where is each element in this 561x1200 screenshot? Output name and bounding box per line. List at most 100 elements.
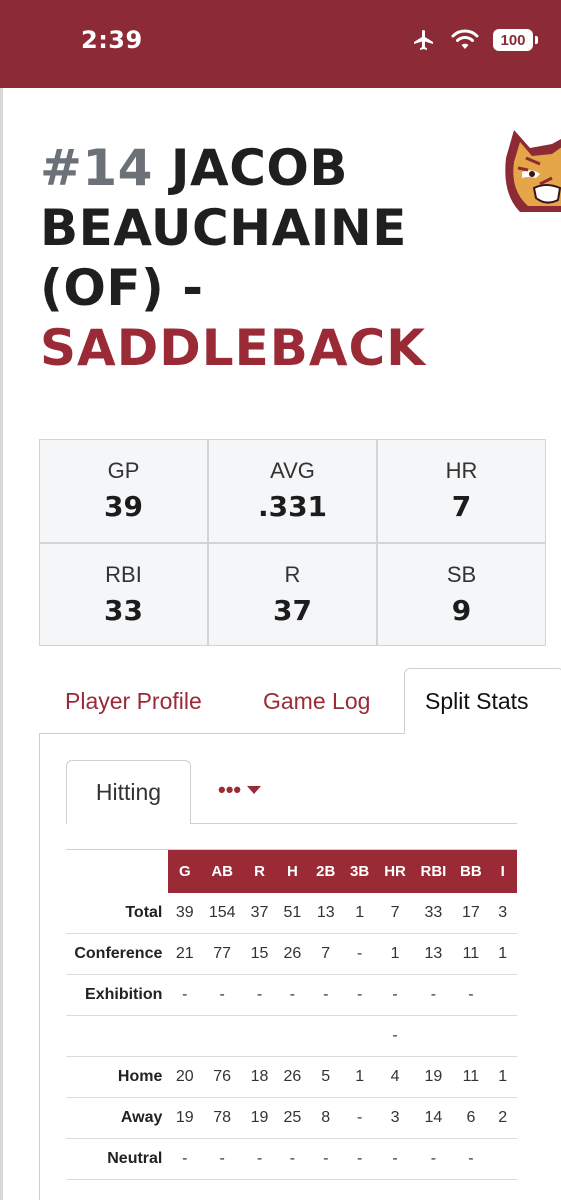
table-cell: 3 [498, 904, 508, 921]
table-cell [488, 1139, 517, 1180]
table-cell: 26 [283, 1068, 302, 1085]
table-cell [453, 1016, 488, 1057]
column-header[interactable]: HR [376, 849, 414, 893]
stat-sb: SB 9 [378, 543, 545, 645]
table-cell [276, 1016, 309, 1057]
row-label: Exhibition [85, 986, 163, 1003]
table-cell: 1 [498, 945, 508, 962]
stat-label: HR [445, 458, 478, 484]
table-cell [488, 975, 517, 1016]
table-cell: - [256, 1150, 263, 1167]
stat-value: 9 [451, 593, 472, 627]
stat-label: GP [107, 458, 140, 484]
table-cell: - [289, 1150, 296, 1167]
table-cell [413, 1016, 453, 1057]
table-cell [309, 1016, 343, 1057]
table-row: Total 39 154 37 51 13 1 7 33 17 3 [66, 893, 517, 934]
table-cell: 8 [321, 1109, 331, 1126]
battery-icon: 100 [493, 29, 538, 51]
stat-hr: HR 7 [378, 440, 545, 542]
table-row: Home 20 76 18 26 5 1 4 19 11 1 [66, 1057, 517, 1098]
table-cell: 25 [283, 1109, 302, 1126]
stat-value: 33 [104, 593, 143, 627]
stat-value: .331 [257, 490, 328, 524]
more-icon: ••• [218, 777, 242, 802]
stat-r: R 37 [209, 543, 376, 645]
table-cell [168, 1016, 201, 1057]
profile-tabs: Player Profile Game Log Split Stats [39, 668, 561, 734]
row-label: Away [120, 1109, 163, 1126]
status-bar: 2:39 100 [0, 0, 561, 88]
table-cell: 2 [498, 1109, 508, 1126]
stat-label: AVG [270, 458, 315, 484]
player-title: #14 JACOB BEAUCHAINE (OF) - SADDLEBACK [40, 138, 510, 378]
table-cell: 7 [321, 945, 331, 962]
table-cell: - [182, 986, 188, 1003]
column-header[interactable]: 3B [342, 849, 377, 893]
table-cell: 4 [390, 1068, 400, 1085]
table-cell: 20 [175, 1068, 194, 1085]
column-header[interactable]: AB [201, 849, 244, 893]
table-cell: 77 [213, 945, 232, 962]
subtab-divider [191, 823, 517, 824]
split-table-scroll[interactable]: G AB R H 2B 3B HR RBI BB I Total 39 154 37 51 13 1 7 33 17… [66, 849, 517, 1189]
table-cell: 154 [208, 904, 236, 921]
stat-label: SB [446, 561, 477, 587]
column-header[interactable]: R [243, 849, 276, 893]
table-cell: 51 [283, 904, 302, 921]
table-cell [488, 1016, 517, 1057]
table-cell: 15 [250, 945, 269, 962]
table-cell: 13 [424, 945, 443, 962]
player-team[interactable]: SADDLEBACK [40, 318, 510, 378]
table-cell: - [392, 1027, 398, 1044]
table-cell: 14 [424, 1109, 443, 1126]
column-header[interactable]: RBI [413, 849, 454, 893]
stat-gp: GP 39 [40, 440, 207, 542]
battery-level: 100 [500, 31, 526, 49]
table-row: Exhibition - - - - - - - - - [66, 975, 517, 1016]
table-cell: 5 [321, 1068, 331, 1085]
table-cell: 37 [250, 904, 269, 921]
table-cell: - [430, 986, 437, 1003]
table-cell [201, 1016, 243, 1057]
table-cell: 39 [175, 904, 194, 921]
table-cell: - [356, 1109, 363, 1126]
table-cell: - [392, 1150, 398, 1167]
wifi-icon [451, 29, 479, 49]
table-cell: - [356, 945, 363, 962]
table-cell: - [182, 1150, 188, 1167]
more-dropdown[interactable]: ••• [218, 775, 262, 805]
column-header[interactable]: BB [453, 849, 489, 893]
table-cell: - [289, 986, 296, 1003]
header-blank [66, 849, 169, 893]
table-cell: - [323, 1150, 329, 1167]
row-label: Conference [74, 945, 163, 962]
table-cell: 3 [390, 1109, 400, 1126]
tab-game-log[interactable]: Game Log [263, 668, 370, 734]
table-cell: 19 [424, 1068, 443, 1085]
player-last-name: BEAUCHAINE [40, 199, 407, 257]
column-header[interactable]: I [488, 849, 517, 893]
stat-avg: AVG .331 [209, 440, 376, 542]
table-cell: - [430, 1150, 437, 1167]
row-label: Neutral [107, 1150, 163, 1167]
column-header[interactable]: H [275, 849, 309, 893]
table-cell: 21 [175, 945, 194, 962]
tab-split-stats[interactable]: Split Stats [404, 668, 561, 734]
tab-player-profile[interactable]: Player Profile [65, 668, 202, 734]
table-cell: 1 [390, 945, 400, 962]
subtab-hitting[interactable]: Hitting [66, 760, 191, 824]
row-label: Home [117, 1068, 163, 1085]
column-header[interactable]: G [168, 849, 202, 893]
table-cell: 7 [390, 904, 400, 921]
row-label: Total [125, 904, 163, 921]
player-first-name: JACOB [170, 139, 349, 197]
caret-down-icon [247, 786, 262, 794]
table-cell: 76 [213, 1068, 232, 1085]
page-frame [0, 88, 3, 1200]
table-cell: - [392, 986, 398, 1003]
table-cell: 19 [175, 1109, 194, 1126]
stat-label: RBI [105, 561, 142, 587]
column-header[interactable]: 2B [308, 849, 343, 893]
table-cell: 17 [461, 904, 480, 921]
